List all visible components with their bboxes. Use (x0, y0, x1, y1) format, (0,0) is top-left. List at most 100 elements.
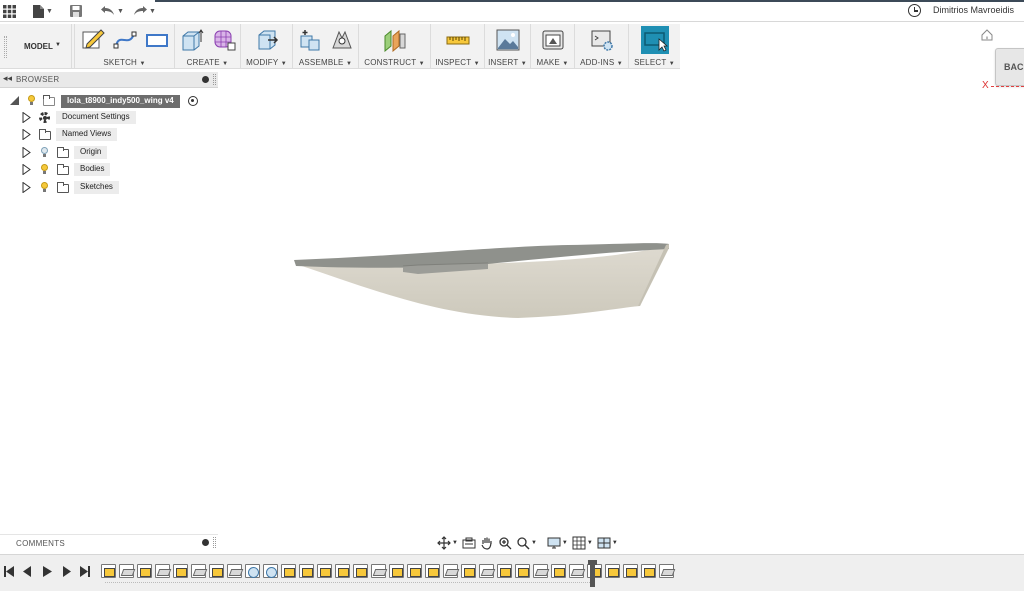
redo-icon[interactable]: ▼ (133, 3, 156, 19)
timeline-extrude-feature-icon[interactable] (119, 564, 134, 578)
timeline-sketch-feature-icon[interactable] (335, 564, 350, 578)
workspace-switcher[interactable]: MODEL ▼ (0, 24, 72, 69)
timeline-revolve-feature-icon[interactable] (245, 564, 260, 578)
toolbar-group-inspect[interactable]: INSPECT ▼ (430, 24, 484, 69)
grid-snaps-button[interactable]: ▼ (571, 535, 594, 551)
timeline-extrude-feature-icon[interactable] (227, 564, 242, 578)
expand-triangle-icon[interactable] (22, 129, 31, 140)
timeline-extrude-feature-icon[interactable] (371, 564, 386, 578)
orbit-button[interactable]: ▼ (436, 535, 459, 551)
timeline-revolve-feature-icon[interactable] (263, 564, 278, 578)
timeline-extrude-feature-icon[interactable] (155, 564, 170, 578)
select-window-icon[interactable] (640, 26, 669, 54)
visibility-bulb-icon[interactable] (40, 182, 49, 192)
timeline-sketch-feature-icon[interactable] (497, 564, 512, 578)
timeline-sketch-feature-icon[interactable] (137, 564, 152, 578)
toolbar-group-construct[interactable]: CONSTRUCT ▼ (358, 24, 430, 69)
expand-triangle-icon[interactable] (22, 164, 31, 175)
browser-item-origin[interactable]: Origin (20, 146, 220, 160)
pin-icon[interactable] (202, 76, 209, 83)
toolbar-grip[interactable] (4, 36, 7, 58)
home-view-icon[interactable] (981, 29, 993, 41)
visibility-bulb-icon[interactable] (40, 164, 49, 174)
display-settings-button[interactable]: ▼ (546, 535, 569, 551)
expand-triangle-icon[interactable] (22, 112, 31, 123)
zoom-window-button[interactable]: ▼ (515, 535, 538, 551)
undo-icon[interactable]: ▼ (101, 3, 124, 19)
browser-item-document-settings[interactable]: Document Settings (20, 111, 220, 125)
data-panel-grid-icon[interactable] (3, 3, 16, 19)
timeline-extrude-feature-icon[interactable] (569, 564, 584, 578)
toolbar-group-assemble[interactable]: ASSEMBLE ▼ (292, 24, 358, 69)
wing-model-body[interactable] (288, 236, 678, 326)
timeline-sketch-feature-icon[interactable] (389, 564, 404, 578)
step-forward-icon[interactable] (61, 566, 71, 577)
timeline-sketch-feature-icon[interactable] (173, 564, 188, 578)
expand-triangle-icon[interactable] (22, 182, 31, 193)
job-status-clock-icon[interactable] (908, 4, 921, 17)
collapse-arrows-icon[interactable]: ◂◂ (3, 73, 12, 84)
toolbar-group-modify[interactable]: MODIFY ▼ (240, 24, 292, 69)
comments-panel-header[interactable]: COMMENTS (0, 534, 218, 550)
scripts-add-ins-icon[interactable] (590, 28, 614, 52)
form-icon[interactable] (212, 28, 236, 52)
timeline-sketch-feature-icon[interactable] (605, 564, 620, 578)
rectangle-sketch-icon[interactable] (145, 28, 169, 52)
file-menu-icon[interactable]: ▼ (33, 3, 53, 19)
timeline-sketch-feature-icon[interactable] (461, 564, 476, 578)
timeline-sketch-feature-icon[interactable] (299, 564, 314, 578)
toolbar-group-make[interactable]: MAKE ▼ (530, 24, 574, 69)
toolbar-group-insert[interactable]: INSERT ▼ (484, 24, 530, 69)
browser-panel-header[interactable]: ◂◂ BROWSER (0, 72, 218, 88)
step-back-icon[interactable] (23, 566, 33, 577)
timeline-extrude-feature-icon[interactable] (479, 564, 494, 578)
save-icon[interactable] (70, 3, 82, 19)
visibility-bulb-icon[interactable] (27, 95, 36, 105)
timeline-sketch-feature-icon[interactable] (353, 564, 368, 578)
timeline-sketch-feature-icon[interactable] (209, 564, 224, 578)
measure-icon[interactable] (446, 28, 470, 52)
toolbar-group-sketch[interactable]: SKETCH ▼ (74, 24, 174, 69)
go-to-end-icon[interactable] (80, 566, 90, 577)
timeline-extrude-feature-icon[interactable] (443, 564, 458, 578)
look-at-button[interactable] (461, 535, 477, 551)
timeline-sketch-feature-icon[interactable] (515, 564, 530, 578)
3d-print-icon[interactable] (541, 28, 565, 52)
toolbar-group-select[interactable]: SELECT ▼ (628, 24, 680, 69)
play-icon[interactable] (42, 566, 52, 577)
activate-component-radio-icon[interactable] (188, 96, 198, 106)
browser-item-sketches[interactable]: Sketches (20, 181, 220, 195)
timeline-extrude-feature-icon[interactable] (533, 564, 548, 578)
expand-triangle-icon[interactable] (22, 147, 31, 158)
timeline-extrude-feature-icon[interactable] (659, 564, 674, 578)
joint-icon[interactable] (330, 28, 354, 52)
timeline-sketch-feature-icon[interactable] (551, 564, 566, 578)
panel-grip[interactable] (213, 74, 216, 85)
new-component-icon[interactable] (298, 28, 322, 52)
timeline-sketch-feature-icon[interactable] (623, 564, 638, 578)
timeline-sketch-feature-icon[interactable] (641, 564, 656, 578)
timeline-sketch-feature-icon[interactable] (281, 564, 296, 578)
zoom-button[interactable] (497, 535, 513, 551)
add-comment-icon[interactable] (202, 539, 209, 546)
toolbar-group-add-ins[interactable]: ADD-INS ▼ (574, 24, 628, 69)
viewports-button[interactable]: ▼ (596, 535, 619, 551)
create-sketch-icon[interactable] (81, 28, 105, 52)
toolbar-group-create[interactable]: CREATE ▼ (174, 24, 240, 69)
browser-item-bodies[interactable]: Bodies (20, 163, 220, 177)
timeline-extrude-feature-icon[interactable] (191, 564, 206, 578)
viewcube[interactable]: BACK (995, 48, 1024, 86)
pan-button[interactable] (479, 535, 495, 551)
panel-grip[interactable] (213, 537, 216, 548)
press-pull-icon[interactable] (255, 28, 279, 52)
browser-root-row[interactable]: lola_t8900_indy500_wing v4 (8, 94, 218, 108)
user-account-name[interactable]: Dimitrios Mavroeidis (933, 5, 1014, 15)
timeline-sketch-feature-icon[interactable] (425, 564, 440, 578)
root-component-label[interactable]: lola_t8900_indy500_wing v4 (61, 95, 180, 108)
expand-triangle-open-icon[interactable] (10, 96, 19, 105)
timeline-sketch-feature-icon[interactable] (101, 564, 116, 578)
insert-canvas-icon[interactable] (496, 28, 520, 52)
timeline-sketch-feature-icon[interactable] (407, 564, 422, 578)
offset-plane-icon[interactable] (383, 28, 407, 53)
go-to-start-icon[interactable] (4, 566, 14, 577)
